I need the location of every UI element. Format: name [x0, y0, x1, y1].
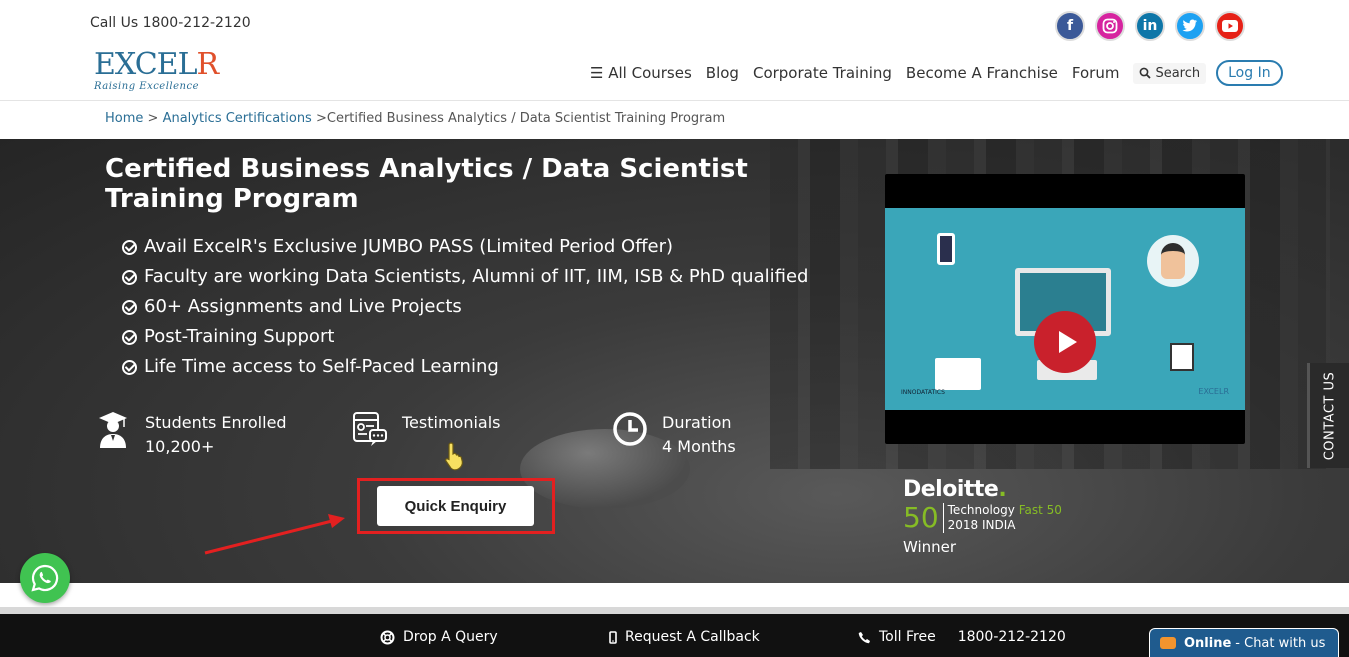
mobile-icon: [609, 630, 617, 644]
call-us-text: Call Us 1800-212-2120: [90, 15, 251, 31]
login-button[interactable]: Log In: [1216, 60, 1283, 86]
breadcrumb-analytics-certifications[interactable]: Analytics Certifications: [163, 111, 312, 126]
feature-list: Avail ExcelR's Exclusive JUMBO PASS (Lim…: [122, 232, 808, 382]
page-title: Certified Business Analytics / Data Scie…: [105, 154, 748, 214]
testimonial-chat-icon: [352, 411, 388, 453]
check-circle-icon: [122, 329, 137, 345]
check-circle-icon: [122, 359, 137, 375]
hero-banner: Certified Business Analytics / Data Scie…: [0, 139, 1349, 583]
deloitte-award-badge: Deloitte. 50 Technology Fast 50 2018 IND…: [903, 477, 1062, 556]
video-player[interactable]: INNODATATICS EXCELR: [885, 174, 1245, 444]
red-arrow-annotation: [204, 514, 345, 555]
youtube-play-icon[interactable]: [1034, 311, 1096, 373]
instagram-icon[interactable]: [1095, 11, 1125, 41]
phone-icon: [858, 631, 870, 643]
video-thumbnail: INNODATATICS EXCELR: [885, 208, 1245, 410]
twitter-icon[interactable]: [1175, 11, 1205, 41]
book-illustration: [935, 358, 981, 390]
breadcrumb-current: Certified Business Analytics / Data Scie…: [326, 111, 726, 126]
clock-icon: [612, 411, 648, 453]
person-illustration: [1147, 235, 1199, 287]
nav-become-franchise[interactable]: Become A Franchise: [906, 64, 1058, 82]
duration-stat: Duration 4 Months: [612, 411, 736, 459]
calculator-illustration: [1170, 343, 1194, 371]
feature-item: Avail ExcelR's Exclusive JUMBO PASS (Lim…: [122, 232, 808, 262]
whatsapp-icon[interactable]: [20, 553, 70, 603]
check-circle-icon: [122, 269, 137, 285]
testimonials-link[interactable]: Testimonials: [352, 411, 501, 453]
check-circle-icon: [122, 239, 137, 255]
feature-item: 60+ Assignments and Live Projects: [122, 292, 808, 322]
contact-us-tab[interactable]: CONTACT US: [1307, 363, 1349, 468]
students-enrolled-stat: Students Enrolled 10,200+: [95, 411, 287, 459]
nav-all-courses[interactable]: ☰ All Courses: [590, 64, 692, 82]
facebook-icon[interactable]: f: [1055, 11, 1085, 41]
logo-wordmark: EXCELR: [94, 47, 219, 82]
main-nav: ☰ All Courses Blog Corporate Training Be…: [590, 60, 1283, 86]
feature-item: Post-Training Support: [122, 322, 808, 352]
search-icon: [1140, 67, 1152, 79]
drop-query-link[interactable]: Drop A Query: [380, 629, 498, 645]
feature-item: Life Time access to Self-Paced Learning: [122, 352, 808, 382]
bottom-contact-bar: Drop A Query Request A Callback Toll Fre…: [0, 614, 1349, 657]
graduate-icon: [95, 411, 131, 453]
hand-pointer-icon: [443, 441, 467, 475]
social-links: f in: [1055, 11, 1245, 41]
search-button[interactable]: Search: [1133, 62, 1207, 84]
toll-free-link[interactable]: Toll Free 1800-212-2120: [858, 629, 1066, 645]
feature-item: Faculty are working Data Scientists, Alu…: [122, 262, 808, 292]
header: Call Us 1800-212-2120 EXCELR Raising Exc…: [0, 0, 1349, 101]
chat-bubble-icon: [1160, 637, 1176, 649]
youtube-icon[interactable]: [1215, 11, 1245, 41]
live-chat-button[interactable]: Online - Chat with us: [1149, 628, 1339, 657]
check-circle-icon: [122, 299, 137, 315]
section-divider: [0, 607, 1349, 614]
linkedin-icon[interactable]: in: [1135, 11, 1165, 41]
request-callback-link[interactable]: Request A Callback: [609, 629, 760, 645]
logo-tagline: Raising Excellence: [94, 81, 200, 92]
phone-illustration: [937, 233, 955, 265]
excelr-logo[interactable]: EXCELR Raising Excellence: [94, 47, 219, 94]
nav-forum[interactable]: Forum: [1072, 64, 1120, 82]
breadcrumb-home[interactable]: Home: [105, 111, 143, 126]
nav-corporate-training[interactable]: Corporate Training: [753, 64, 892, 82]
lifebuoy-icon: [380, 630, 395, 644]
breadcrumb: Home > Analytics Certifications >Certifi…: [105, 111, 726, 126]
quick-enquiry-button[interactable]: Quick Enquiry: [377, 486, 534, 526]
hamburger-icon: ☰: [590, 64, 604, 82]
nav-blog[interactable]: Blog: [706, 64, 739, 82]
